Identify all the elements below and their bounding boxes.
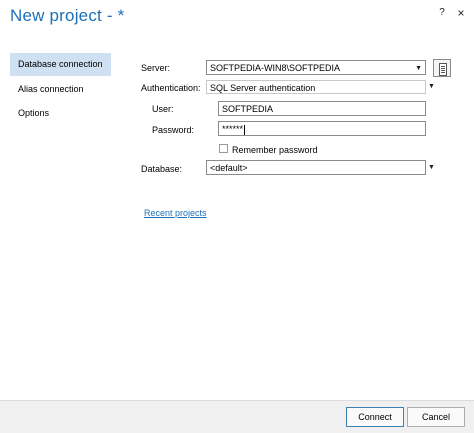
remember-password-checkbox[interactable] [219, 144, 228, 153]
chevron-down-icon[interactable]: ▼ [428, 164, 435, 171]
database-value: <default> [210, 163, 248, 173]
nav-item-options[interactable]: Options [10, 102, 111, 125]
close-button[interactable]: × [455, 7, 467, 19]
document-icon [439, 63, 447, 76]
chevron-down-icon[interactable]: ▼ [415, 61, 422, 76]
recent-projects-link[interactable]: Recent projects [144, 208, 207, 218]
nav-item-database-connection[interactable]: Database connection [10, 53, 111, 76]
nav-item-alias-connection[interactable]: Alias connection [10, 78, 111, 101]
database-combobox[interactable]: <default> [206, 160, 426, 175]
server-value: SOFTPEDIA-WIN8\SOFTPEDIA [210, 63, 341, 73]
server-label: Server: [141, 63, 171, 73]
password-input[interactable]: ****** [218, 121, 426, 136]
password-label: Password: [152, 125, 195, 135]
help-button[interactable]: ? [436, 7, 448, 19]
remember-password-label[interactable]: Remember password [232, 145, 318, 155]
authentication-label: Authentication: [141, 83, 201, 93]
authentication-combobox[interactable]: SQL Server authentication [206, 80, 426, 94]
database-label: Database: [141, 164, 183, 174]
user-value: SOFTPEDIA [222, 104, 274, 114]
window-title: New project - * [10, 6, 125, 25]
user-label: User: [152, 104, 174, 114]
password-value: ****** [222, 124, 244, 134]
text-cursor [244, 124, 246, 135]
authentication-value: SQL Server authentication [210, 83, 316, 93]
cancel-button[interactable]: Cancel [407, 407, 465, 427]
connect-button[interactable]: Connect [346, 407, 404, 427]
chevron-down-icon[interactable]: ▼ [428, 83, 435, 90]
browse-server-button[interactable] [433, 59, 451, 77]
server-combobox[interactable]: SOFTPEDIA-WIN8\SOFTPEDIA ▼ [206, 60, 426, 75]
user-input[interactable]: SOFTPEDIA [218, 101, 426, 116]
